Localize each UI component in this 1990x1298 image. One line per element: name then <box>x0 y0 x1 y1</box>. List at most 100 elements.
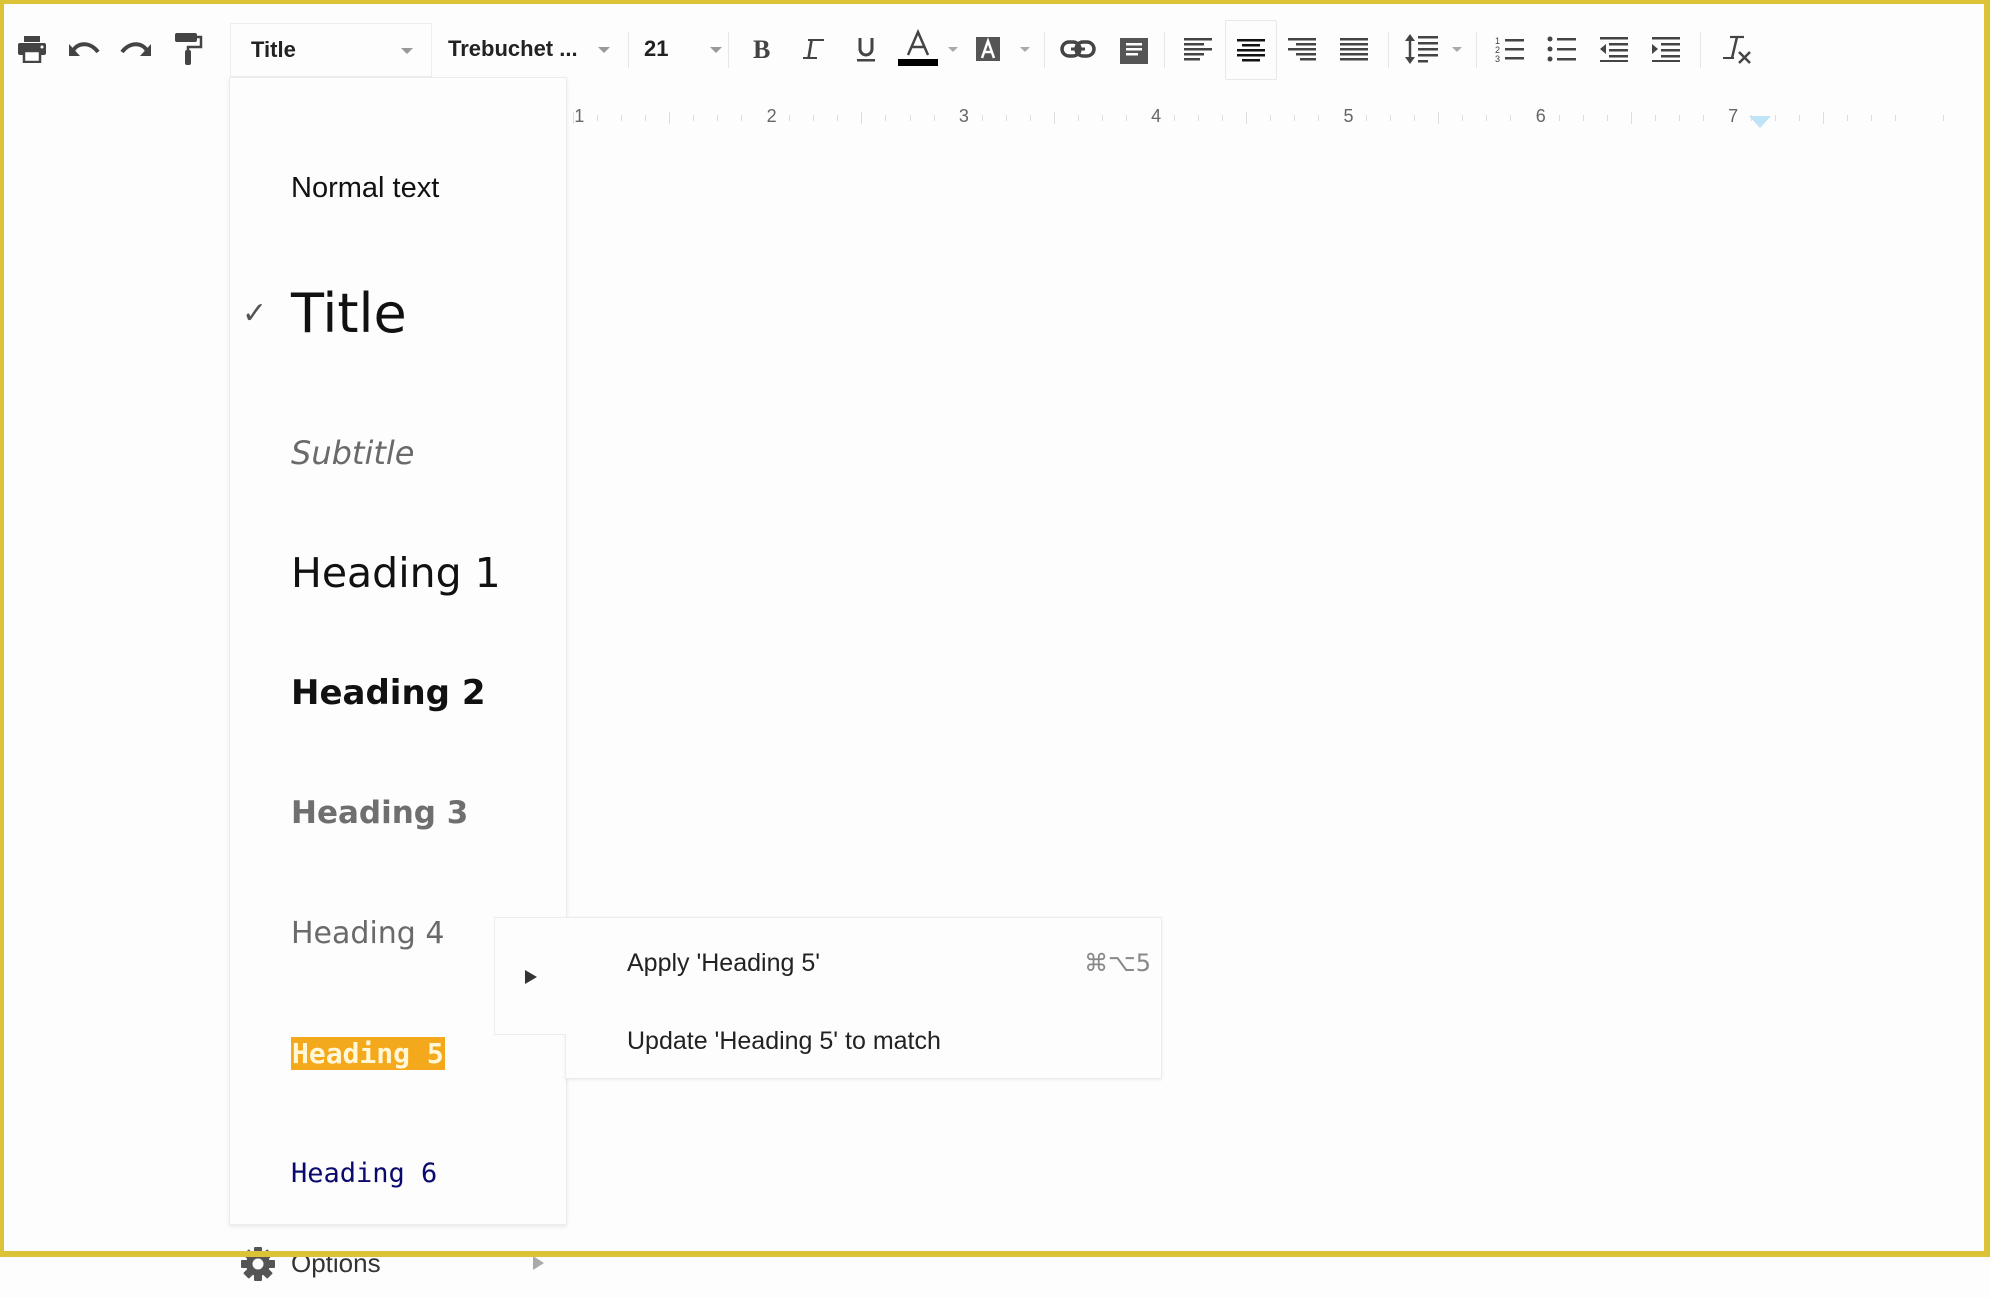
ruler-tick <box>1005 115 1007 121</box>
menu-item-options[interactable]: Options <box>230 1228 566 1298</box>
clear-formatting-button[interactable] <box>1714 20 1758 78</box>
bold-button[interactable]: B <box>742 20 782 78</box>
ruler-tick <box>1846 115 1848 121</box>
ruler-tick <box>669 112 671 124</box>
ruler-tick <box>789 115 791 121</box>
right-indent-marker[interactable] <box>1749 116 1771 128</box>
bulleted-list-icon <box>1547 36 1576 62</box>
menu-item-label: Options <box>291 1247 381 1278</box>
highlight-color-button[interactable] <box>968 20 1008 78</box>
svg-text:B: B <box>753 37 770 61</box>
line-spacing-button[interactable] <box>1400 20 1444 78</box>
ruler-tick <box>1270 115 1272 121</box>
increase-indent-button[interactable] <box>1644 20 1688 78</box>
italic-button[interactable]: I <box>794 20 834 78</box>
font-family-select[interactable]: Trebuchet ... <box>432 23 622 75</box>
gear-icon <box>241 1247 275 1281</box>
ruler-number: 5 <box>1343 106 1354 126</box>
ruler-tick <box>1414 115 1416 121</box>
ruler-tick <box>1822 112 1824 124</box>
ruler-tick <box>885 115 887 121</box>
ruler-tick <box>1438 112 1440 124</box>
redo-button[interactable] <box>114 20 158 78</box>
heading-5-submenu-toggle[interactable] <box>494 917 566 1035</box>
ruler-tick <box>1943 115 1945 121</box>
text-color-dropdown[interactable] <box>944 20 962 78</box>
ruler-tick <box>1654 115 1656 121</box>
align-center-button[interactable] <box>1225 20 1277 80</box>
toolbar-divider <box>1388 32 1389 68</box>
paint-format-button[interactable] <box>168 20 208 78</box>
ruler-tick <box>597 115 599 121</box>
paragraph-style-select[interactable]: Title <box>230 23 432 77</box>
menu-item-subtitle[interactable]: Subtitle <box>230 413 566 493</box>
ruler-tick <box>1678 115 1680 121</box>
ruler-tick <box>1558 115 1560 121</box>
chevron-down-icon <box>1020 46 1030 52</box>
ruler-tick <box>1053 112 1055 124</box>
menu-item-heading-3[interactable]: Heading 3 <box>230 773 566 853</box>
menu-item-label: Normal text <box>291 171 440 204</box>
align-right-icon <box>1288 38 1316 61</box>
paragraph-style-value: Title <box>251 37 296 62</box>
menu-item-heading-1[interactable]: Heading 1 <box>230 533 566 613</box>
paragraph-style-menu: Normal text ✓ Title Subtitle Heading 1 H… <box>229 77 567 1281</box>
comment-icon <box>1116 34 1148 64</box>
ruler-tick <box>813 115 815 121</box>
toolbar-divider <box>1044 32 1045 68</box>
horizontal-ruler[interactable]: 1 2 3 4 5 6 7 <box>565 100 1960 140</box>
ruler-tick <box>1774 115 1776 121</box>
submenu-item-update[interactable]: Update 'Heading 5' to match <box>566 1006 1161 1076</box>
align-right-button[interactable] <box>1280 20 1324 78</box>
text-color-button[interactable] <box>894 20 942 78</box>
font-size-select[interactable]: 21 <box>628 23 728 75</box>
ruler-tick <box>1486 115 1488 121</box>
decrease-indent-icon <box>1600 37 1628 62</box>
ruler-tick <box>693 115 695 121</box>
underline-button[interactable] <box>846 20 886 78</box>
link-icon <box>1060 40 1096 58</box>
ruler-tick <box>1125 115 1127 121</box>
ruler-tick <box>1294 115 1296 121</box>
ruler-tick <box>861 112 863 124</box>
print-button[interactable] <box>12 20 52 78</box>
ruler-tick <box>1101 115 1103 121</box>
ruler-tick <box>717 115 719 121</box>
line-spacing-dropdown[interactable] <box>1448 20 1466 78</box>
menu-item-title[interactable]: ✓ Title <box>230 253 566 373</box>
ruler-tick <box>1390 115 1392 121</box>
menu-item-heading-6[interactable]: Heading 6 <box>230 1133 566 1213</box>
menu-item-label: Heading 4 <box>291 915 445 951</box>
submenu-item-apply[interactable]: Apply 'Heading 5' ⌘⌥5 <box>566 928 1161 998</box>
menu-item-label: Heading 6 <box>291 1157 438 1189</box>
ruler-tick <box>1630 112 1632 124</box>
font-size-value: 21 <box>644 36 669 61</box>
ruler-tick <box>1173 115 1175 121</box>
highlight-color-dropdown[interactable] <box>1016 20 1034 78</box>
ruler-tick <box>1197 115 1199 121</box>
chevron-down-icon <box>598 47 610 53</box>
ruler-tick <box>1077 115 1079 121</box>
decrease-indent-button[interactable] <box>1592 20 1636 78</box>
ruler-tick <box>741 115 743 121</box>
ruler-number: 7 <box>1728 106 1739 126</box>
menu-item-label: Title <box>291 281 407 345</box>
paint-format-icon <box>175 33 203 65</box>
undo-icon <box>69 42 100 56</box>
numbered-list-icon: 123 <box>1495 36 1524 63</box>
font-family-value: Trebuchet ... <box>448 36 578 61</box>
align-left-button[interactable] <box>1176 20 1220 78</box>
ruler-tick <box>1895 115 1897 121</box>
ruler-number: 6 <box>1535 106 1546 126</box>
undo-button[interactable] <box>62 20 106 78</box>
justify-button[interactable] <box>1332 20 1376 78</box>
insert-link-button[interactable] <box>1054 20 1102 78</box>
menu-item-normal-text[interactable]: Normal text <box>230 158 566 218</box>
menu-item-heading-2[interactable]: Heading 2 <box>230 653 566 733</box>
justify-icon <box>1340 38 1368 61</box>
toolbar-divider <box>1164 32 1165 68</box>
numbered-list-button[interactable]: 123 <box>1488 20 1532 78</box>
insert-comment-button[interactable] <box>1110 20 1154 78</box>
align-left-icon <box>1184 38 1212 61</box>
bulleted-list-button[interactable] <box>1540 20 1584 78</box>
